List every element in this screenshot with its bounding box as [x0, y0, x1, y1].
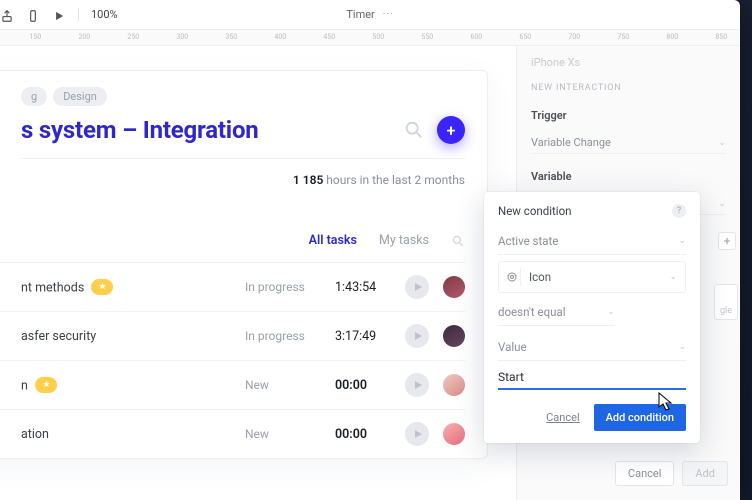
ruler-mark: 800	[666, 33, 678, 41]
task-name: asfer security	[21, 329, 231, 344]
titlebar: Timer ··· 100%	[0, 0, 740, 30]
value-input[interactable]	[498, 365, 686, 390]
avatar[interactable]	[443, 374, 465, 396]
chevron-down-icon: ⌄	[669, 272, 677, 282]
task-row[interactable]: ation New 00:00	[0, 409, 465, 458]
tag-chip[interactable]: g	[21, 87, 47, 106]
ruler-mark: 350	[225, 33, 237, 41]
star-icon	[91, 279, 113, 295]
filter-search-icon[interactable]	[451, 234, 465, 248]
search-icon[interactable]	[403, 119, 425, 141]
task-status: In progress	[245, 329, 321, 343]
chevron-down-icon: ⌄	[607, 307, 615, 317]
device-icon[interactable]	[26, 8, 40, 22]
task-time: 00:00	[335, 378, 391, 393]
ruler-mark: 150	[29, 33, 41, 41]
ruler-mark: 750	[617, 33, 629, 41]
ruler-mark: 300	[176, 33, 188, 41]
star-icon	[35, 377, 57, 393]
task-status: New	[245, 427, 321, 441]
task-status: New	[245, 378, 321, 392]
zoom-level[interactable]: 100%	[78, 8, 118, 21]
trigger-label: Trigger	[531, 109, 726, 122]
hours-summary: 1 185 hours in the last 2 months	[21, 158, 465, 205]
inspector-add-button[interactable]: Add	[682, 461, 728, 486]
ruler-mark: 450	[323, 33, 335, 41]
project-title: s system – Integration	[21, 116, 259, 144]
ruler-mark: 650	[519, 33, 531, 41]
tab-my-tasks[interactable]: My tasks	[379, 233, 429, 248]
inspector-cancel-button[interactable]: Cancel	[615, 461, 674, 486]
help-icon[interactable]: ?	[672, 204, 686, 218]
play-button[interactable]	[405, 275, 429, 299]
popover-title: New condition	[498, 204, 571, 218]
task-name: ation	[21, 427, 231, 442]
chevron-down-icon: ⌄	[678, 342, 686, 352]
play-button[interactable]	[405, 373, 429, 397]
ruler-mark: 500	[372, 33, 384, 41]
task-row[interactable]: n New 00:00	[0, 360, 465, 409]
target-select[interactable]: Icon ⌄	[498, 261, 686, 293]
avatar[interactable]	[443, 325, 465, 347]
ruler-mark: 200	[78, 33, 90, 41]
doc-title: Timer	[346, 8, 374, 21]
ruler-mark: 850	[715, 33, 727, 41]
operator-select[interactable]: doesn't equal⌄	[498, 299, 615, 326]
share-icon[interactable]	[0, 8, 14, 22]
ruler: 150 200 250 300 350 400 450 500 550 600 650 700 750 8…	[0, 30, 740, 46]
chevron-down-icon: ⌄	[718, 199, 726, 209]
doc-more-icon[interactable]: ···	[383, 9, 394, 20]
task-status: In progress	[245, 280, 321, 294]
ruler-mark: 250	[127, 33, 139, 41]
value-type-select[interactable]: Value⌄	[498, 334, 686, 361]
ruler-mark: 600	[470, 33, 482, 41]
project-card: g Design s system – Integration + 1 185 h…	[0, 70, 488, 459]
task-time: 3:17:49	[335, 329, 391, 344]
popover-cancel-button[interactable]: Cancel	[546, 411, 579, 424]
avatar[interactable]	[443, 423, 465, 445]
add-task-button[interactable]: +	[437, 116, 465, 144]
device-label: iPhone Xs	[531, 56, 726, 69]
add-condition-button[interactable]: Add condition	[594, 404, 686, 431]
task-name: n	[21, 377, 231, 394]
task-time: 00:00	[335, 427, 391, 442]
variable-label: Variable	[531, 170, 726, 183]
ruler-mark: 550	[421, 33, 433, 41]
section-heading: NEW INTERACTION	[531, 83, 726, 93]
tag-chip[interactable]: Design	[53, 87, 107, 106]
avatar[interactable]	[443, 276, 465, 298]
task-row[interactable]: asfer security In progress 3:17:49	[0, 311, 465, 360]
component-tile[interactable]: gle	[714, 284, 738, 320]
canvas-area: g Design s system – Integration + 1 185 h…	[0, 46, 516, 500]
state-select[interactable]: Active state⌄	[498, 228, 686, 255]
play-button[interactable]	[405, 422, 429, 446]
trigger-select[interactable]: Variable Change⌄	[531, 132, 726, 154]
task-row[interactable]: nt methods In progress 1:43:54	[0, 262, 465, 311]
play-preview-icon[interactable]	[52, 8, 66, 22]
task-name: nt methods	[21, 279, 231, 296]
ruler-mark: 400	[274, 33, 286, 41]
new-condition-popover: New condition ? Active state⌄ Icon ⌄ doe…	[484, 192, 700, 443]
task-time: 1:43:54	[335, 280, 391, 295]
target-icon	[503, 268, 521, 286]
add-condition-tile[interactable]: +	[718, 232, 736, 250]
ruler-mark: 700	[568, 33, 580, 41]
tab-all-tasks[interactable]: All tasks	[309, 233, 357, 248]
chevron-down-icon: ⌄	[678, 236, 686, 246]
chevron-down-icon: ⌄	[718, 138, 726, 148]
play-button[interactable]	[405, 324, 429, 348]
